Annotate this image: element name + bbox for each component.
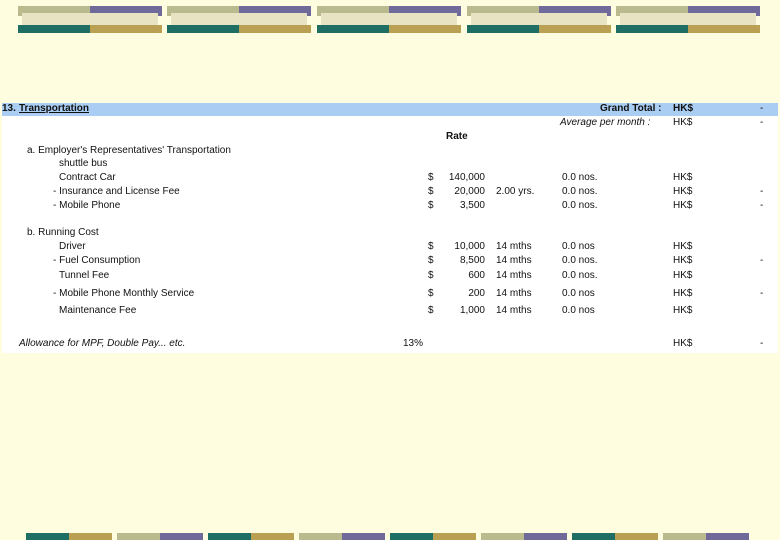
row-hk-currency: HK$ — [673, 200, 693, 211]
row-label: Contract Car — [59, 172, 116, 183]
row-hk-currency: HK$ — [673, 186, 693, 197]
row-currency: $ — [428, 241, 434, 252]
row-value: - — [760, 288, 764, 299]
average-per-month-currency: HK$ — [673, 117, 693, 128]
header-decoration — [0, 6, 780, 34]
row-hk-currency: HK$ — [673, 305, 693, 316]
row-quantity: 0.0 nos — [562, 305, 595, 316]
row-duration: 2.00 yrs. — [496, 186, 535, 197]
row-value: - — [760, 255, 764, 266]
row-label: Maintenance Fee — [59, 305, 137, 316]
row-currency: $ — [428, 200, 434, 211]
row-hk-currency: HK$ — [673, 241, 693, 252]
footer-decoration — [0, 533, 780, 540]
grand-total-currency: HK$ — [673, 103, 694, 114]
row-hk-currency: HK$ — [673, 288, 693, 299]
average-per-month-value: - — [760, 117, 764, 128]
row-amount: 10,000 — [454, 241, 485, 252]
row-amount: 1,000 — [459, 305, 485, 316]
grand-total-value: - — [760, 103, 764, 114]
group-a-title: a. Employer's Representatives' Transport… — [27, 145, 231, 156]
row-quantity: 0.0 nos — [562, 288, 595, 299]
row-amount: 8,500 — [459, 255, 485, 266]
row-quantity: 0.0 nos. — [562, 200, 598, 211]
row-label: - Insurance and License Fee — [53, 186, 180, 197]
row-label: - Mobile Phone Monthly Service — [53, 288, 195, 299]
row-currency: $ — [428, 305, 434, 316]
row-duration: 14 mths — [496, 288, 532, 299]
row-hk-currency: HK$ — [673, 255, 693, 266]
decoration-block — [18, 6, 162, 34]
row-currency: $ — [428, 186, 434, 197]
row-value: - — [760, 200, 764, 211]
decoration-block — [616, 6, 760, 34]
transportation-sheet: 13. Transportation Grand Total : HK$ - A… — [2, 103, 778, 353]
row-duration: 14 mths — [496, 255, 532, 266]
row-hk-currency: HK$ — [673, 172, 693, 183]
row-label: - Mobile Phone — [53, 200, 121, 211]
allowance-value: - — [760, 338, 764, 349]
row-amount: 140,000 — [448, 172, 485, 183]
row-currency: $ — [428, 255, 434, 266]
row-duration: 14 mths — [496, 241, 532, 252]
row-amount: 600 — [468, 270, 485, 281]
allowance-currency: HK$ — [673, 338, 693, 349]
row-hk-currency: HK$ — [673, 270, 693, 281]
rate-column-header: Rate — [446, 131, 468, 142]
row-label: - Fuel Consumption — [53, 255, 141, 266]
row-amount: 200 — [468, 288, 485, 299]
decoration-block — [317, 6, 461, 34]
row-duration: 14 mths — [496, 270, 532, 281]
row-quantity: 0.0 nos. — [562, 172, 598, 183]
average-per-month-label: Average per month : — [560, 117, 651, 128]
decoration-block — [167, 6, 311, 34]
row-quantity: 0.0 nos — [562, 241, 595, 252]
row-currency: $ — [428, 270, 434, 281]
group-b-title: b. Running Cost — [27, 227, 99, 238]
row-label: Tunnel Fee — [59, 270, 110, 281]
section-header-bar — [2, 103, 778, 116]
section-number: 13. — [2, 103, 16, 114]
allowance-percent: 13% — [403, 338, 424, 349]
row-label: shuttle bus — [59, 158, 108, 169]
row-duration: 14 mths — [496, 305, 532, 316]
row-currency: $ — [428, 288, 434, 299]
row-quantity: 0.0 nos. — [562, 255, 598, 266]
row-quantity: 0.0 nos. — [562, 186, 598, 197]
allowance-label: Allowance for MPF, Double Pay... etc. — [19, 338, 186, 349]
row-amount: 20,000 — [454, 186, 485, 197]
row-label: Driver — [59, 241, 86, 252]
row-amount: 3,500 — [459, 200, 485, 211]
decoration-block — [467, 6, 611, 34]
row-value: - — [760, 186, 764, 197]
section-title: Transportation — [19, 103, 90, 114]
grand-total-label: Grand Total : — [600, 103, 662, 114]
row-currency: $ — [428, 172, 434, 183]
row-quantity: 0.0 nos. — [562, 270, 598, 281]
